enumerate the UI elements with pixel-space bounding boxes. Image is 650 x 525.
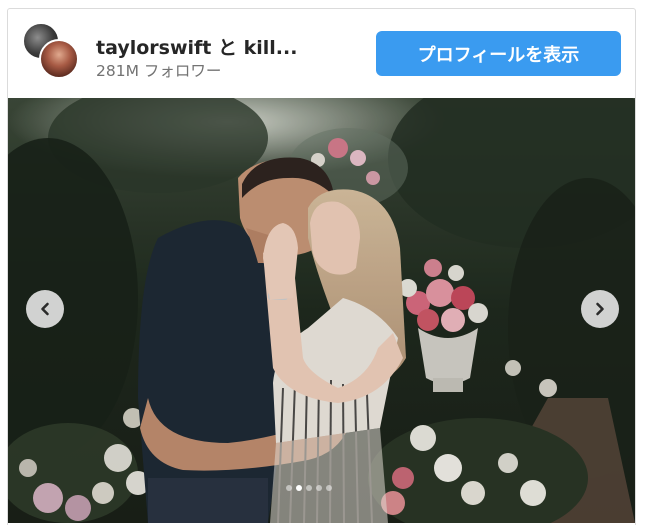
- carousel-dot: [316, 485, 322, 491]
- post-photo[interactable]: [8, 98, 635, 523]
- carousel-dot: [306, 485, 312, 491]
- carousel-dot: [296, 485, 302, 491]
- chevron-right-icon: [596, 302, 604, 316]
- carousel-next-button[interactable]: [581, 290, 619, 328]
- post-header: taylorswift と kill... 281M フォロワー プロフィールを…: [8, 9, 635, 97]
- carousel-dot: [286, 485, 292, 491]
- follower-count: 281M フォロワー: [96, 62, 222, 80]
- username-link[interactable]: taylorswift と kill...: [96, 33, 297, 60]
- carousel-dot: [326, 485, 332, 491]
- carousel-prev-button[interactable]: [26, 290, 64, 328]
- embedded-post-card: taylorswift と kill... 281M フォロワー プロフィールを…: [7, 8, 636, 525]
- avatar-primary[interactable]: [39, 39, 79, 79]
- chevron-left-icon: [41, 302, 49, 316]
- carousel-indicator: [286, 485, 332, 493]
- view-profile-button[interactable]: プロフィールを表示: [376, 31, 621, 76]
